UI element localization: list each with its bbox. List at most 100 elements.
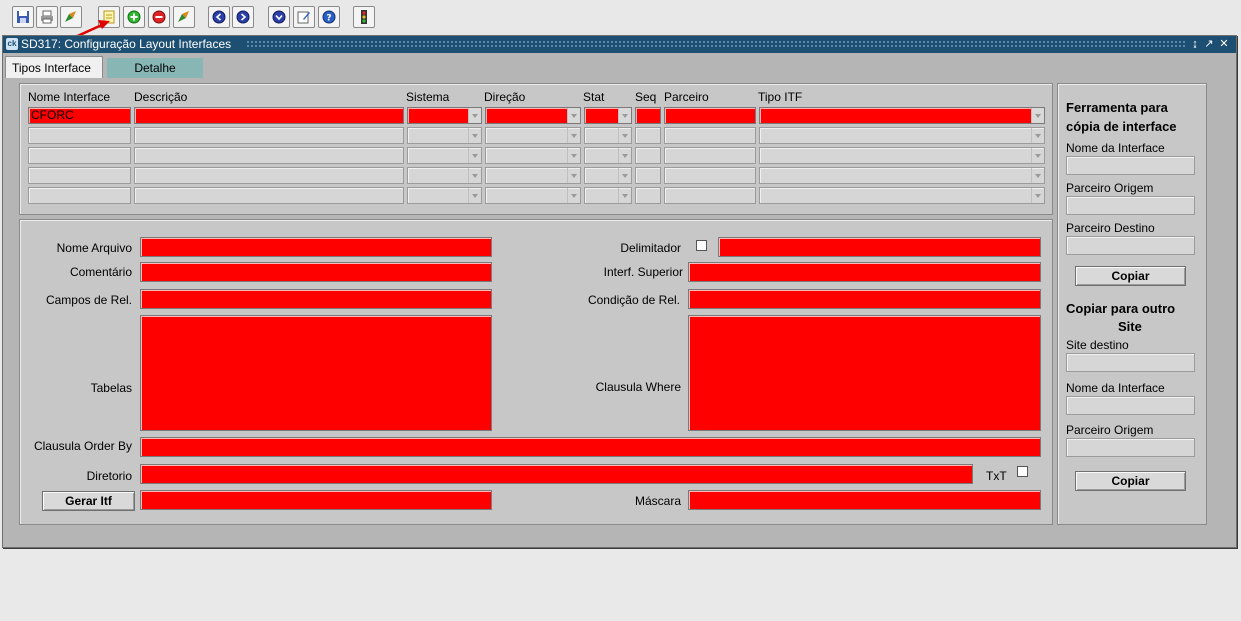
chevron-down-icon[interactable] <box>618 148 631 163</box>
interf-superior-field[interactable] <box>688 262 1041 282</box>
tab-tipos-interface[interactable]: Tipos Interface <box>5 56 103 78</box>
sistema-select[interactable] <box>407 107 482 124</box>
stat-select[interactable] <box>584 167 632 184</box>
direcao-select[interactable] <box>485 147 581 164</box>
chevron-down-icon[interactable] <box>567 108 580 123</box>
copy-parceiro-destino-field[interactable] <box>1066 236 1195 255</box>
exit-button[interactable] <box>353 6 375 28</box>
direcao-select[interactable] <box>485 187 581 204</box>
parceiro-cell[interactable] <box>664 167 756 184</box>
tab-detalhe[interactable]: Detalhe <box>107 58 203 78</box>
chevron-down-icon[interactable] <box>468 108 481 123</box>
gerar-itf-button[interactable]: Gerar Itf <box>42 491 135 511</box>
note-button[interactable] <box>293 6 315 28</box>
direcao-select[interactable] <box>485 127 581 144</box>
delimitador-field[interactable] <box>718 237 1041 257</box>
parceiro-cell[interactable] <box>664 107 756 124</box>
export-button[interactable] <box>173 6 195 28</box>
chevron-down-icon[interactable] <box>567 148 580 163</box>
parceiro-cell[interactable] <box>664 187 756 204</box>
seq-cell[interactable] <box>635 187 661 204</box>
chevron-down-icon[interactable] <box>468 148 481 163</box>
site-destino-field[interactable] <box>1066 353 1195 372</box>
chevron-down-icon[interactable] <box>618 108 631 123</box>
descricao-cell[interactable] <box>134 127 404 144</box>
txt-checkbox[interactable] <box>1017 466 1028 477</box>
chevron-down-icon[interactable] <box>1031 128 1044 143</box>
sistema-select[interactable] <box>407 187 482 204</box>
remove-button[interactable] <box>148 6 170 28</box>
parceiro-cell[interactable] <box>664 147 756 164</box>
mascara-field[interactable] <box>688 490 1041 510</box>
chevron-down-icon[interactable] <box>567 168 580 183</box>
copy-parceiro-origem-field[interactable] <box>1066 196 1195 215</box>
gerar-itf-field[interactable] <box>140 490 492 510</box>
direcao-select[interactable] <box>485 107 581 124</box>
condicao-rel-field[interactable] <box>688 289 1041 309</box>
chevron-down-icon[interactable] <box>567 128 580 143</box>
seq-cell[interactable] <box>635 147 661 164</box>
nome-interface-cell[interactable]: CFORC <box>28 107 131 124</box>
descricao-cell[interactable] <box>134 107 404 124</box>
seq-cell[interactable] <box>635 167 661 184</box>
site-parceiro-origem-field[interactable] <box>1066 438 1195 457</box>
direcao-select[interactable] <box>485 167 581 184</box>
descricao-cell[interactable] <box>134 187 404 204</box>
first-record-button[interactable] <box>208 6 230 28</box>
delimitador-checkbox[interactable] <box>696 240 707 251</box>
nome-interface-cell[interactable] <box>28 187 131 204</box>
nome-arquivo-field[interactable] <box>140 237 492 257</box>
descricao-cell[interactable] <box>134 147 404 164</box>
diretorio-field[interactable] <box>140 464 973 484</box>
print-button[interactable] <box>36 6 58 28</box>
stat-select[interactable] <box>584 187 632 204</box>
order-by-field[interactable] <box>140 437 1041 457</box>
chevron-down-icon[interactable] <box>1031 188 1044 203</box>
sistema-select[interactable] <box>407 147 482 164</box>
nome-interface-cell[interactable] <box>28 167 131 184</box>
close-icon[interactable]: ✕ <box>1218 37 1230 51</box>
tipo-itf-select[interactable] <box>759 187 1045 204</box>
tabelas-textarea[interactable] <box>140 315 492 431</box>
copiar-button[interactable]: Copiar <box>1075 266 1186 286</box>
chevron-down-icon[interactable] <box>468 168 481 183</box>
chevron-down-icon[interactable] <box>468 188 481 203</box>
add-button[interactable] <box>123 6 145 28</box>
nome-interface-cell[interactable] <box>28 127 131 144</box>
minimize-icon[interactable]: ↨ <box>1189 37 1201 51</box>
parceiro-cell[interactable] <box>664 127 756 144</box>
copy-nome-interface-field[interactable] <box>1066 156 1195 175</box>
chevron-down-icon[interactable] <box>1031 148 1044 163</box>
chevron-down-icon[interactable] <box>618 128 631 143</box>
next-record-button[interactable] <box>232 6 254 28</box>
chevron-down-icon[interactable] <box>1031 108 1044 123</box>
chevron-down-icon[interactable] <box>618 168 631 183</box>
site-nome-interface-field[interactable] <box>1066 396 1195 415</box>
chevron-down-icon[interactable] <box>1031 168 1044 183</box>
seq-cell[interactable] <box>635 107 661 124</box>
stat-select[interactable] <box>584 127 632 144</box>
save-button[interactable] <box>12 6 34 28</box>
stat-select[interactable] <box>584 107 632 124</box>
col-header-seq: Seq <box>635 90 657 104</box>
chevron-down-icon[interactable] <box>618 188 631 203</box>
chevron-down-icon[interactable] <box>567 188 580 203</box>
copiar-site-button[interactable]: Copiar <box>1075 471 1186 491</box>
comentario-field[interactable] <box>140 262 492 282</box>
tipo-itf-select[interactable] <box>759 107 1045 124</box>
help-button[interactable]: ? <box>318 6 340 28</box>
chevron-down-icon[interactable] <box>468 128 481 143</box>
nome-interface-cell[interactable] <box>28 147 131 164</box>
sistema-select[interactable] <box>407 127 482 144</box>
tipo-itf-select[interactable] <box>759 127 1045 144</box>
descricao-cell[interactable] <box>134 167 404 184</box>
down-button[interactable] <box>268 6 290 28</box>
campos-rel-field[interactable] <box>140 289 492 309</box>
tipo-itf-select[interactable] <box>759 147 1045 164</box>
seq-cell[interactable] <box>635 127 661 144</box>
maximize-icon[interactable]: ↗ <box>1203 37 1215 51</box>
stat-select[interactable] <box>584 147 632 164</box>
tipo-itf-select[interactable] <box>759 167 1045 184</box>
where-textarea[interactable] <box>688 315 1041 431</box>
sistema-select[interactable] <box>407 167 482 184</box>
